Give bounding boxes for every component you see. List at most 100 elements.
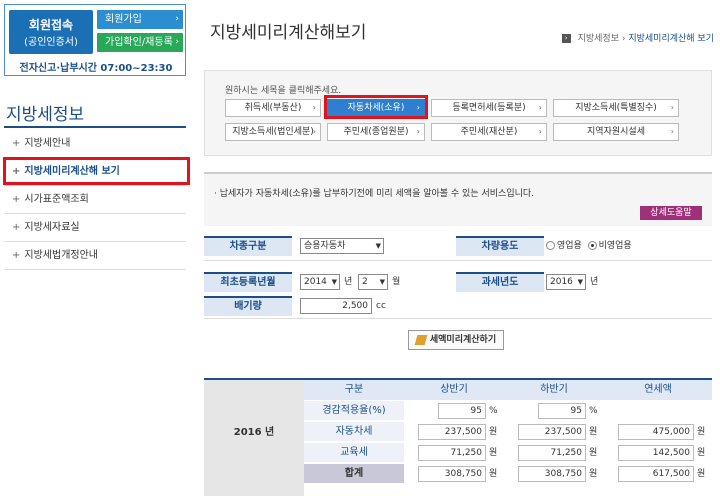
breadcrumb-current: 지방세미리계산해 보기: [628, 34, 714, 44]
result-cell: 475,000: [618, 424, 694, 440]
reg-date-label: 최초등록년월: [204, 272, 292, 292]
result-cell: 71,250: [418, 445, 486, 461]
chevron-right-icon: ›: [312, 103, 316, 112]
tax-button-label: 주민세(종업원분): [343, 127, 409, 137]
result-unit: 원: [489, 448, 498, 458]
result-cell: 142,500: [618, 445, 694, 461]
result-header-first-half: 상반기: [404, 380, 504, 400]
tax-button-regional-resource[interactable]: 지역자원시설세 ›: [553, 123, 679, 141]
chevron-right-icon: ›: [538, 103, 542, 112]
result-unit: %: [489, 406, 498, 416]
calc-form: 차종구분 승용자동차 ▼ 차량용도 영업용 비영업용 최초등록년월 2014 ▼ 년…: [204, 232, 712, 322]
tax-button-label: 취득세(부동산): [244, 103, 302, 113]
tax-button-local-income-special[interactable]: 지방소득세(특별징수) ›: [553, 99, 679, 117]
sidebar-item-law-revision[interactable]: + 지방세법개정안내: [4, 242, 186, 270]
dropdown-arrow-icon: ▼: [379, 278, 385, 286]
sidebar-item-label: 지방세안내: [24, 138, 71, 149]
sidebar-item-label: 시가표준액조회: [24, 194, 89, 205]
displacement-unit: cc: [376, 301, 386, 311]
highlight-box-tax: [324, 95, 428, 119]
tax-year-value: 2016: [550, 277, 573, 287]
reg-year-select[interactable]: 2014 ▼: [300, 274, 340, 290]
tax-button-resident-employee[interactable]: 주민세(종업원분) ›: [327, 123, 425, 141]
home-icon[interactable]: ›: [561, 34, 571, 43]
tax-button-label: 지방소득세(법인세분): [232, 127, 314, 137]
tax-year-unit: 년: [590, 277, 599, 287]
join-label: 회원가입: [105, 14, 142, 25]
result-cell: 237,500: [418, 424, 486, 440]
dropdown-arrow-icon: ▼: [577, 278, 583, 286]
result-cell: 308,750: [518, 466, 586, 482]
tax-button-acquisition[interactable]: 취득세(부동산) ›: [225, 99, 321, 117]
tax-year-label: 과세년도: [456, 272, 544, 292]
reg-year-value: 2014: [304, 277, 327, 287]
result-cell: 617,500: [618, 466, 694, 482]
result-row-label: 교육세: [304, 443, 404, 463]
tax-button-label: 주민세(재산분): [460, 127, 518, 137]
result-table: 2016 년 구분 상반기 하반기 연세액 경감적용율(%) 95 % 95 %…: [204, 378, 712, 496]
sidebar-title: 지방세정보: [6, 105, 85, 125]
tax-button-resident-property[interactable]: 주민세(재산분) ›: [431, 123, 547, 141]
reg-month-select[interactable]: 2 ▼: [358, 274, 388, 290]
usage-nonbusiness-radio[interactable]: [587, 241, 597, 250]
info-panel: · 납세자가 자동차세(소유)를 납부하기전에 미리 세액을 알아볼 수 있는 …: [204, 172, 712, 226]
displacement-label: 배기량: [204, 296, 292, 316]
calculate-button[interactable]: 세액미리계산하기: [408, 330, 504, 350]
login-box: 회원접속 (공인인증서) 회원가입 › 가입확인/재등록 › 전자신고·납부시간…: [4, 4, 186, 76]
sidebar-item-label: 지방세법개정안내: [24, 250, 98, 261]
plus-icon: +: [12, 222, 21, 233]
tax-button-registration[interactable]: 등록면허세(등록분) ›: [431, 99, 547, 117]
member-login-label: 회원접속: [28, 18, 74, 32]
result-cell: 95: [538, 403, 586, 419]
sidebar-item-library[interactable]: + 지방세자료실: [4, 214, 186, 242]
tax-button-label: 등록면허세(등록분): [452, 103, 526, 113]
result-unit: 원: [697, 427, 706, 437]
result-row-label: 자동차세: [304, 422, 404, 442]
result-unit: 원: [589, 427, 598, 437]
car-type-value: 승용자동차: [304, 241, 346, 251]
usage-radio-group: 영업용 비영업용: [546, 238, 632, 254]
chevron-right-icon: ›: [538, 127, 542, 136]
result-header-category: 구분: [304, 380, 404, 400]
member-login-sublabel: (공인인증서): [24, 37, 78, 48]
sidebar-item-standard-price[interactable]: + 시가표준액조회: [4, 186, 186, 214]
result-unit: 원: [589, 448, 598, 458]
usage-business-radio[interactable]: [546, 241, 555, 250]
service-hours: 전자신고·납부시간 07:00~23:30: [19, 63, 173, 74]
join-button[interactable]: 회원가입 ›: [97, 10, 183, 29]
breadcrumb: › 지방세정보 › 지방세미리계산해 보기: [561, 31, 714, 44]
reg-month-value: 2: [362, 277, 368, 287]
tax-button-label: 지방소득세(특별징수): [575, 103, 657, 113]
page-title: 지방세미리계산해보기: [210, 23, 367, 43]
member-login-button[interactable]: 회원접속 (공인인증서): [9, 10, 93, 54]
result-cell: 71,250: [518, 445, 586, 461]
plus-icon: +: [12, 194, 21, 205]
result-unit: 원: [589, 469, 598, 479]
chevron-right-icon: ›: [416, 127, 420, 136]
breadcrumb-item[interactable]: 지방세정보: [578, 34, 619, 44]
help-button[interactable]: 상세도움말: [640, 206, 702, 220]
usage-opt1-label: 영업용: [557, 241, 582, 251]
confirm-register-button[interactable]: 가입확인/재등록 ›: [97, 33, 183, 52]
calculate-label: 세액미리계산하기: [429, 335, 497, 345]
tax-year-select[interactable]: 2016 ▼: [546, 274, 586, 290]
sidebar-item-tax-guide[interactable]: + 지방세안내: [4, 130, 186, 158]
tax-button-local-income-corporate[interactable]: 지방소득세(법인세분) ›: [225, 123, 321, 141]
plus-icon: +: [12, 250, 21, 261]
result-row-label: 경감적용율(%): [304, 401, 404, 421]
chevron-right-icon: ›: [175, 37, 179, 47]
result-cell: 95: [438, 403, 486, 419]
dropdown-arrow-icon: ▼: [331, 278, 337, 286]
sidebar-title-divider: [4, 126, 186, 128]
result-row-label-total: 합계: [304, 464, 404, 484]
usage-opt2-label: 비영업용: [598, 241, 632, 251]
chevron-right-icon: ›: [670, 127, 674, 136]
confirm-label: 가입확인/재등록: [105, 37, 173, 48]
displacement-input[interactable]: 2,500: [300, 298, 372, 314]
usage-label: 차량용도: [456, 236, 544, 256]
car-type-label: 차종구분: [204, 236, 292, 256]
car-type-select[interactable]: 승용자동차 ▼: [300, 238, 384, 254]
result-cell: 237,500: [518, 424, 586, 440]
reg-month-unit: 월: [392, 277, 401, 287]
reg-year-unit: 년: [344, 277, 353, 287]
